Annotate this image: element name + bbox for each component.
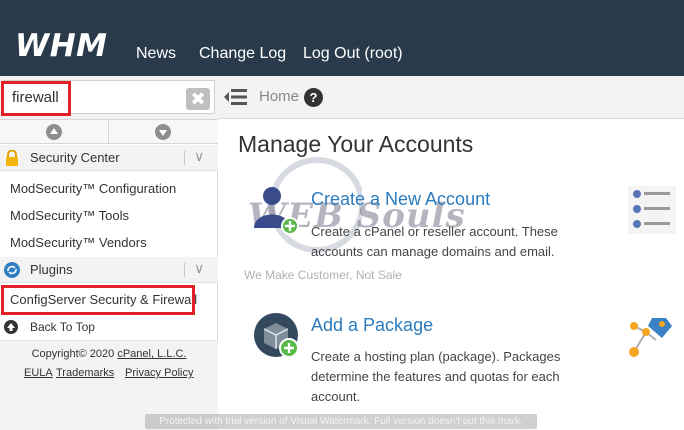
top-bar: WHM News Change Log Log Out (root) <box>0 0 684 76</box>
add-package-icon[interactable] <box>254 313 302 361</box>
package-tag-icon[interactable] <box>626 312 674 362</box>
collapse-all-button[interactable] <box>109 120 218 144</box>
copyright: Copyright© 2020 cPanel, L.L.C. <box>0 348 218 360</box>
create-account-description: Create a cPanel or reseller account. The… <box>311 224 558 259</box>
plugins-icon <box>4 262 20 278</box>
clear-search-icon[interactable]: ✖ <box>186 88 210 110</box>
add-package-link[interactable]: Add a Package <box>311 315 433 336</box>
sidebar-item-modsecurity-vendors[interactable]: ModSecurity™ Vendors <box>10 235 147 250</box>
category-security-center[interactable]: Security Center ∨ <box>0 145 218 171</box>
category-label: Security Center <box>30 150 120 165</box>
account-list-icon[interactable] <box>628 186 676 234</box>
category-label: Plugins <box>30 262 73 277</box>
create-account-icon[interactable] <box>252 184 302 236</box>
privacy-policy-link[interactable]: Privacy Policy <box>125 367 193 379</box>
item-highlight-box <box>1 285 195 315</box>
divider <box>184 263 185 277</box>
breadcrumb-home[interactable]: Home <box>259 88 299 105</box>
chevron-down-icon[interactable]: ∨ <box>194 260 204 277</box>
watermark-tagline: We Make Customer, Not Sale <box>244 268 402 282</box>
nav-change-log[interactable]: Change Log <box>199 44 286 64</box>
search-highlight-box <box>1 81 71 116</box>
collapse-sidebar-icon[interactable] <box>224 87 247 107</box>
arrow-up-circle-icon <box>4 320 18 334</box>
nav-logout[interactable]: Log Out (root) <box>303 44 403 64</box>
lock-icon <box>6 150 18 166</box>
sidebar: ✖ Security Center ∨ ModSecurity™ Configu… <box>0 76 218 430</box>
create-account-link[interactable]: Create a New Account <box>311 189 490 210</box>
back-to-top-link[interactable]: Back To Top <box>0 319 218 340</box>
search-area: ✖ <box>0 76 218 119</box>
nav-news[interactable]: News <box>136 44 176 64</box>
expand-collapse-bar <box>0 119 218 144</box>
back-to-top-label: Back To Top <box>30 320 95 334</box>
trademarks-link[interactable]: Trademarks <box>56 367 114 379</box>
copyright-text: Copyright© 2020 <box>31 348 115 360</box>
expand-all-button[interactable] <box>0 120 109 144</box>
arrow-up-icon <box>46 124 62 140</box>
cpanel-link[interactable]: cPanel, L.L.C. <box>117 348 186 360</box>
category-plugins[interactable]: Plugins ∨ <box>0 257 218 283</box>
divider <box>184 151 185 165</box>
sidebar-item-modsecurity-configuration[interactable]: ModSecurity™ Configuration <box>10 181 176 196</box>
sidebar-item-modsecurity-tools[interactable]: ModSecurity™ Tools <box>10 208 129 223</box>
add-package-description: Create a hosting plan (package). Package… <box>311 349 561 404</box>
chevron-down-icon[interactable]: ∨ <box>194 148 204 165</box>
help-icon[interactable]: ? <box>304 88 323 107</box>
breadcrumb-bar: Home ? <box>218 76 684 119</box>
eula-link[interactable]: EULA <box>24 367 53 379</box>
watermark-notice: Protected with trial version of Visual W… <box>145 414 537 429</box>
arrow-down-icon <box>155 124 171 140</box>
whm-logo[interactable]: WHM <box>15 28 108 64</box>
